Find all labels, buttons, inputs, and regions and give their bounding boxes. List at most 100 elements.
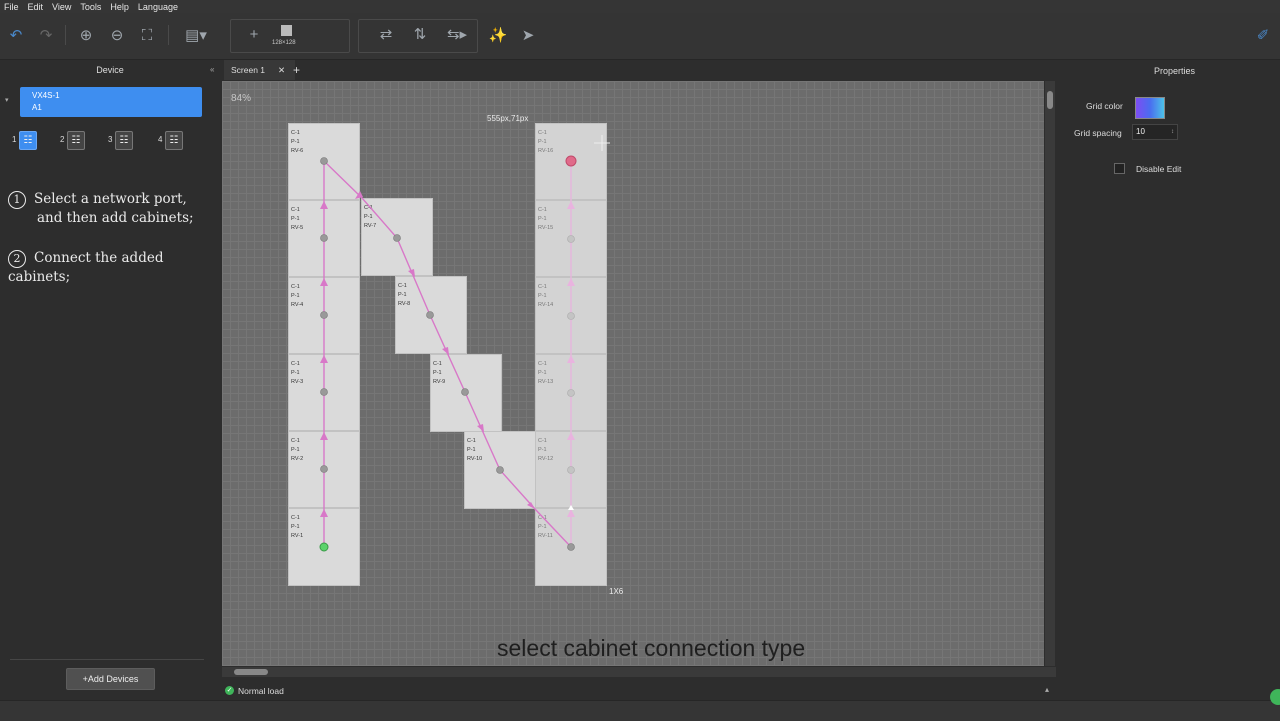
port-number: 2 — [60, 135, 65, 144]
vertical-scrollbar[interactable] — [1045, 81, 1055, 666]
connection-arrow — [477, 424, 484, 432]
send-icon[interactable]: ➤ — [517, 26, 539, 46]
swap-vertical-icon[interactable]: ⇅ — [409, 25, 431, 45]
port-number: 3 — [108, 135, 113, 144]
port-list: 1 ☷ 2 ☷ 3 ☷ 4 ☷ — [10, 131, 210, 153]
disable-edit-checkbox[interactable] — [1114, 163, 1125, 174]
menu-view[interactable]: View — [52, 2, 71, 12]
device-panel: Device « ▾ VX4S-1 A1 1 ☷ 2 ☷ 3 ☷ 4 ☷ 1 Se… — [0, 60, 220, 700]
menu-help[interactable]: Help — [110, 2, 129, 12]
collapse-left-icon[interactable]: « — [210, 65, 214, 74]
tab-label: Screen 1 — [231, 65, 266, 75]
scroll-thumb[interactable] — [1047, 91, 1053, 109]
tab-bar: Screen 1 ✕ + » — [220, 60, 1062, 80]
swap-horizontal-icon[interactable]: ⇄ — [375, 25, 397, 45]
connection-arrow — [567, 201, 575, 209]
connection-arrow — [320, 278, 328, 286]
menu-tools[interactable]: Tools — [80, 2, 101, 12]
cabinet-node — [320, 157, 328, 165]
cabinet-thumbnail-icon[interactable] — [281, 25, 292, 36]
network-port-2[interactable]: 2 ☷ — [58, 131, 88, 151]
magic-wand-icon[interactable]: ✨ — [487, 26, 509, 46]
add-devices-button[interactable]: +Add Devices — [66, 668, 155, 690]
cabinet-size-label: 128×128 — [272, 40, 296, 46]
connection-arrow — [320, 201, 328, 209]
grid-spacing-label: Grid spacing — [1074, 128, 1122, 138]
properties-panel: Properties Grid color Grid spacing 10 ↕ D… — [1057, 60, 1280, 700]
network-port-3[interactable]: 3 ☷ — [106, 131, 136, 151]
instruction-step-2: 2 Connect the added cabinets; — [8, 249, 220, 286]
add-cabinet-icon[interactable]: + — [243, 25, 265, 45]
port-number: 1 — [12, 135, 17, 144]
connection-arrow — [320, 432, 328, 440]
status-indicator-icon — [1270, 689, 1280, 705]
screen-canvas[interactable]: 84% 555px,71px 1X6 C-1 P-1 RV-6 C-1 P-1 RV-5… — [222, 81, 1044, 666]
zoom-out-icon[interactable]: ⊖ — [106, 26, 128, 46]
toolbar: ↶ ↷ ⊕ ⊖ ⛶ ▤▾ + 128×128 ⇄ ⇅ ⇆▸ ✨ ➤ ✐ — [0, 13, 1280, 60]
swap-dropdown-icon[interactable]: ⇆▸ — [442, 25, 472, 45]
grid-spacing-value: 10 — [1136, 127, 1145, 136]
network-port-1[interactable]: 1 ☷ — [10, 131, 40, 151]
eyedropper-icon[interactable]: ✐ — [1252, 26, 1274, 46]
device-panel-title: Device — [96, 65, 124, 75]
ethernet-port-icon: ☷ — [19, 131, 37, 150]
tab-screen-1[interactable]: Screen 1 ✕ — [224, 60, 295, 80]
layout-dropdown-icon[interactable]: ▤▾ — [181, 26, 211, 46]
cabinet-node — [461, 388, 469, 396]
instruction-text: Connect the added cabinets; — [8, 250, 164, 285]
cabinet-node — [320, 234, 328, 242]
cabinet-node — [320, 311, 328, 319]
connection-arrow — [567, 278, 575, 286]
redo-icon[interactable]: ↷ — [35, 26, 57, 46]
resize-icon[interactable]: ▴ — [1045, 685, 1049, 694]
properties-title: Properties — [1153, 66, 1196, 76]
disable-edit-label: Disable Edit — [1136, 164, 1182, 174]
grid-color-swatch[interactable] — [1135, 97, 1165, 119]
connection-arrow — [567, 509, 575, 517]
add-tab-button[interactable]: + — [293, 60, 300, 80]
instruction-text: and then add cabinets; — [37, 210, 194, 226]
bottom-bar — [0, 689, 1280, 721]
device-item[interactable]: VX4S-1 A1 — [20, 87, 202, 117]
menu-edit[interactable]: Edit — [28, 2, 44, 12]
cabinet-node — [320, 465, 328, 473]
close-icon[interactable]: ✕ — [278, 60, 285, 80]
undo-icon[interactable]: ↶ — [5, 26, 27, 46]
fit-screen-icon[interactable]: ⛶ — [136, 26, 158, 46]
divider — [10, 659, 204, 660]
step-number: 2 — [8, 250, 26, 268]
cabinet-node — [567, 389, 575, 397]
connection-group: ⇄ ⇅ ⇆▸ — [358, 19, 478, 53]
ethernet-port-icon: ☷ — [165, 131, 183, 150]
grid-spacing-input[interactable]: 10 ↕ — [1132, 124, 1178, 140]
spinner-arrows-icon[interactable]: ↕ — [1171, 125, 1174, 139]
connection-path — [323, 159, 572, 548]
video-subtitle: select cabinet connection type — [497, 635, 806, 661]
connection-arrow — [408, 269, 415, 277]
zoom-in-icon[interactable]: ⊕ — [75, 26, 97, 46]
step-number: 1 — [8, 191, 26, 209]
instruction-text: Select a network port, — [34, 191, 187, 207]
connection-arrow — [442, 347, 449, 355]
cabinet-node — [567, 466, 575, 474]
scroll-thumb[interactable] — [234, 669, 268, 675]
cabinet-node — [567, 312, 575, 320]
network-port-4[interactable]: 4 ☷ — [156, 131, 186, 151]
menu-language[interactable]: Language — [138, 2, 178, 12]
status-text: Normal load — [238, 686, 284, 696]
instruction-step-1: 1 Select a network port, and then add cab… — [8, 190, 194, 227]
cabinet-node — [567, 543, 575, 551]
status-bar: ✓ Normal load ▴ — [222, 683, 1056, 699]
ethernet-port-icon: ☷ — [67, 131, 85, 150]
menu-file[interactable]: File — [4, 2, 19, 12]
add-devices-label: Add Devices — [87, 674, 139, 684]
toolbar-divider — [168, 25, 169, 45]
cabinet-node — [426, 311, 434, 319]
horizontal-scrollbar[interactable] — [222, 667, 1056, 677]
connection-arrow — [320, 355, 328, 363]
device-sub: A1 — [32, 103, 42, 112]
end-node — [565, 155, 577, 167]
cabinet-group: + 128×128 — [230, 19, 350, 53]
expand-tree-icon[interactable]: ▾ — [5, 96, 9, 104]
device-name: VX4S-1 — [32, 91, 60, 100]
